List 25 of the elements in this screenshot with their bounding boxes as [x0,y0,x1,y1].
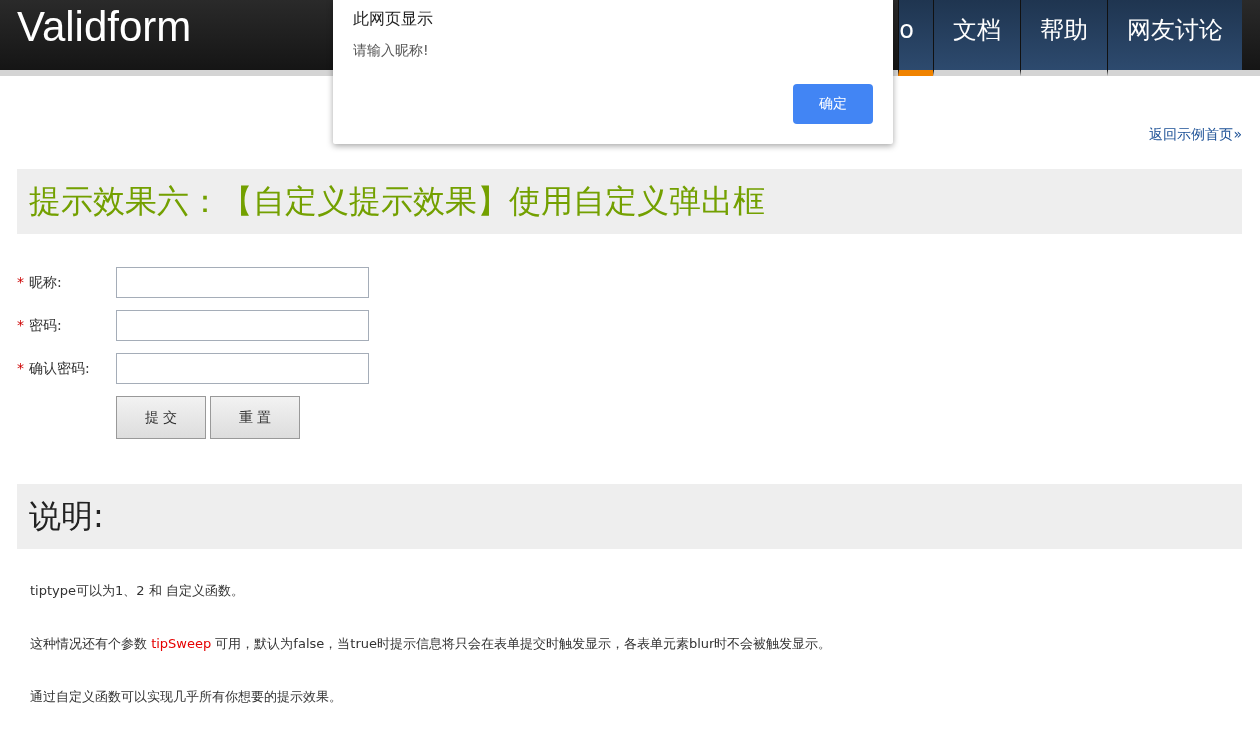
nav-item[interactable]: o [898,0,933,76]
submit-button[interactable]: 提 交 [116,396,206,439]
nav-item[interactable]: 网友讨论 [1107,0,1242,76]
required-mark: * [17,273,24,292]
dialog-message: 请输入昵称! [353,42,430,60]
note-paragraph: 通过自定义函数可以实现几乎所有你想要的提示效果。 [30,688,343,705]
nav-item[interactable]: 文档 [933,0,1020,76]
field-label: 确认密码: [29,359,90,378]
section-title: 提示效果六：【自定义提示效果】使用自定义弹出框 [29,180,765,222]
reset-button[interactable]: 重 置 [210,396,300,439]
field-label: 昵称: [29,273,62,292]
site-logo[interactable]: Validform [17,0,192,70]
back-link[interactable]: 返回示例首页» [1149,126,1242,148]
note-paragraph: 这种情况还有个参数 tipSweep 可用，默认为false，当true时提示信息将只会在表单提交时触发显示，各表单元素blur时不会被触发显示。 [30,635,833,652]
input-field[interactable] [116,267,369,298]
required-mark: * [17,316,24,335]
field-label: 密码: [29,316,62,335]
required-mark: * [17,359,24,378]
dialog-title: 此网页显示 [353,8,434,30]
note-paragraph: tiptype可以为1、2 和 自定义函数。 [30,582,245,599]
nav-item[interactable]: 帮助 [1020,0,1107,76]
ok-button[interactable]: 确定 [793,84,873,124]
input-field[interactable] [116,310,369,341]
input-field[interactable] [116,353,369,384]
section-title: 说明: [29,495,104,537]
